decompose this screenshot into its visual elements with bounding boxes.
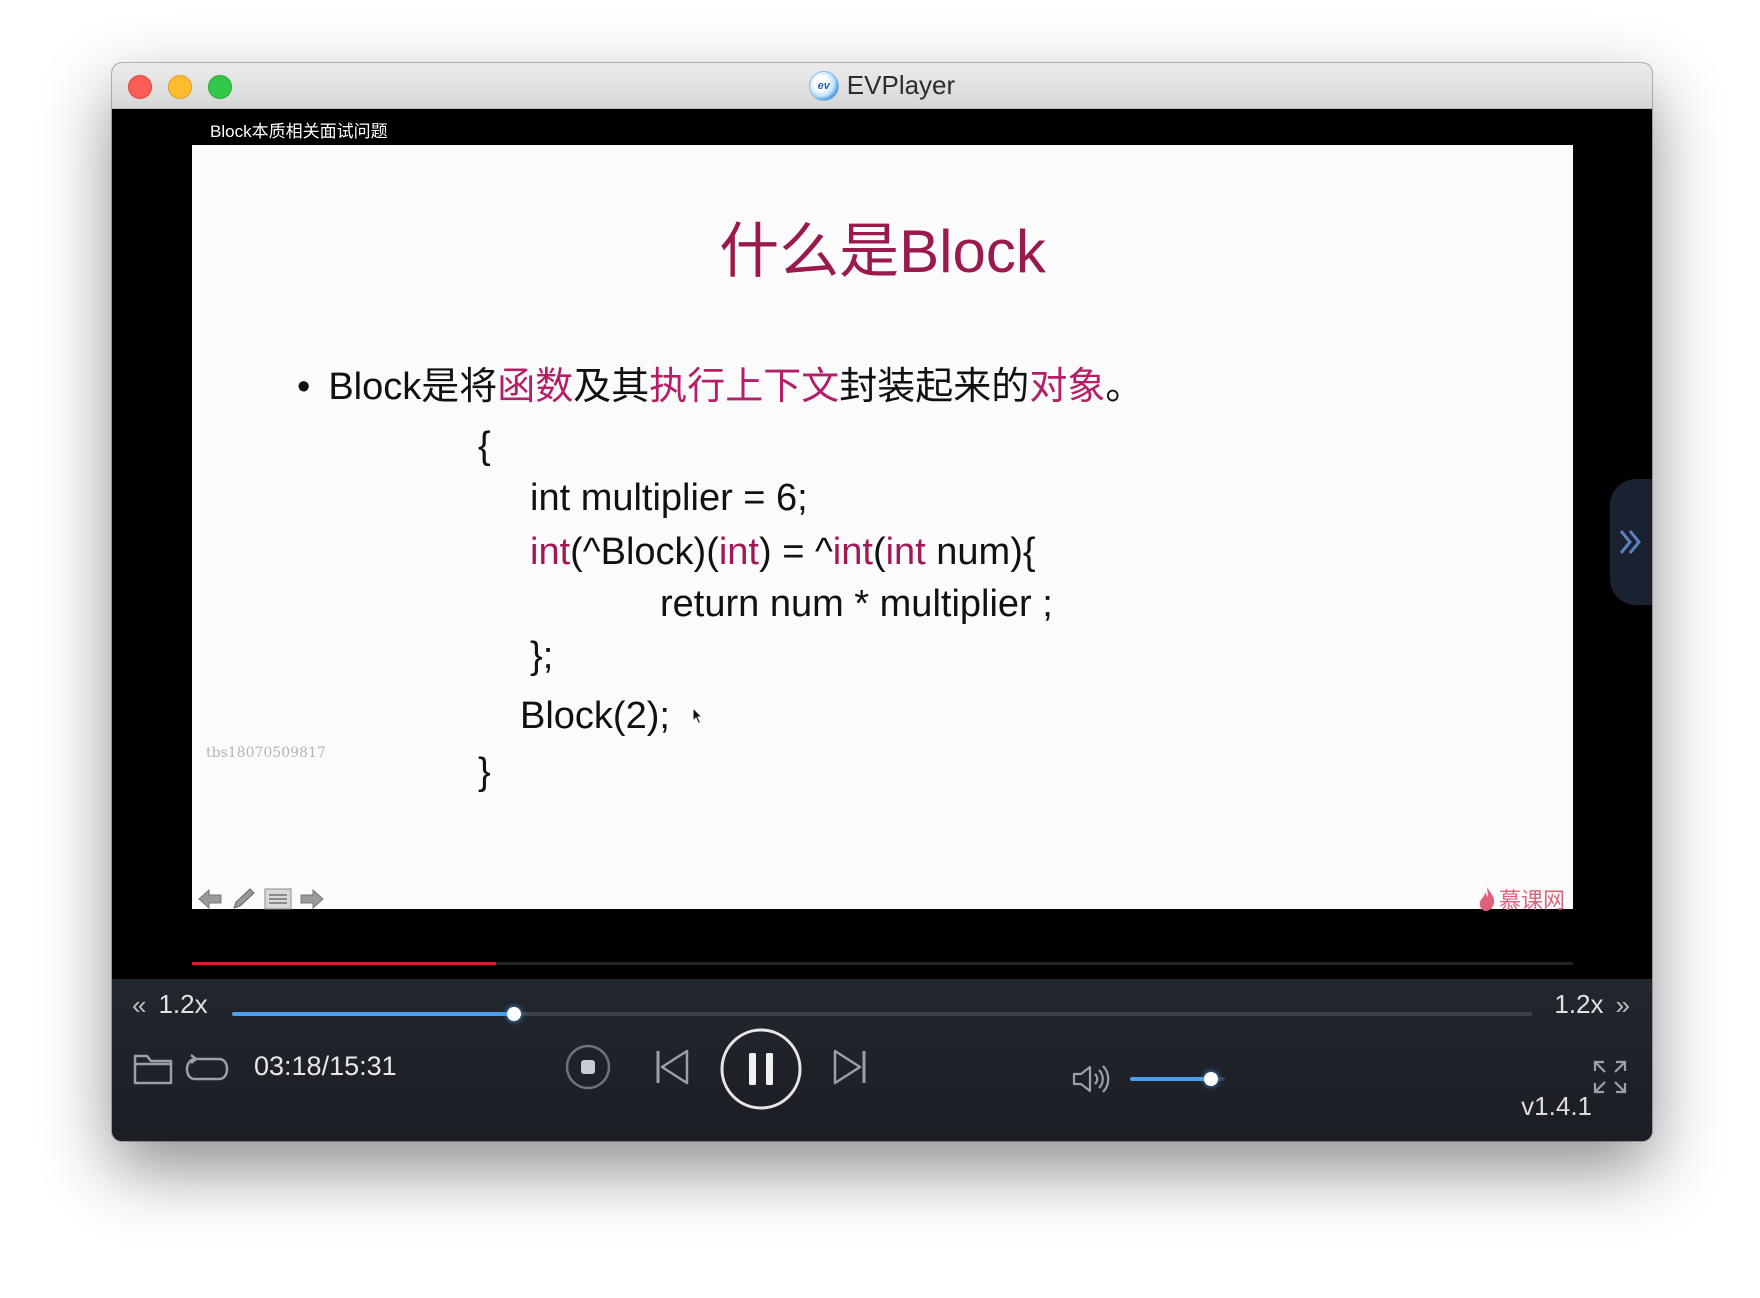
stop-icon[interactable] <box>564 1043 612 1091</box>
slide-title: 什么是Block <box>719 218 1046 285</box>
volume-icon[interactable] <box>1072 1063 1112 1095</box>
speed-left-label: 1.2x <box>158 989 208 1019</box>
code-line-2: int(^Block)(int) = ^int(int num){ <box>530 531 1036 574</box>
title-group: ev EVPlayer <box>112 63 1652 108</box>
app-logo-icon: ev <box>808 70 839 101</box>
bullet-text: 。 <box>1105 366 1144 408</box>
volume-slider[interactable] <box>1130 1072 1225 1086</box>
code-text: ) = ^ <box>759 531 833 573</box>
double-chevron-left-icon[interactable]: « <box>132 992 146 1018</box>
code-text: ( <box>872 531 886 573</box>
slide-toolbar <box>196 887 326 911</box>
previous-slide-icon[interactable] <box>196 887 224 911</box>
player-window: ev EVPlayer Block本质相关面试问题 什么是Block • Bloc… <box>112 63 1652 1141</box>
fullscreen-icon[interactable] <box>1592 1059 1628 1095</box>
loop-icon[interactable] <box>184 1051 230 1087</box>
video-progress-bar[interactable] <box>192 962 1573 965</box>
code-keyword: int <box>718 531 759 573</box>
brand-logo: 慕课网 <box>1477 883 1565 915</box>
version-label: v1.4.1 <box>1521 1091 1592 1121</box>
video-caption: Block本质相关面试问题 <box>210 122 388 141</box>
skip-next-icon[interactable] <box>830 1047 870 1087</box>
code-keyword: int <box>885 531 926 573</box>
window-title: EVPlayer <box>846 70 956 100</box>
code-line-3: return num * multiplier ; <box>660 583 1053 625</box>
speed-increase-group: 1.2x » <box>1554 989 1630 1020</box>
flame-icon <box>1479 887 1495 911</box>
code-open-brace: { <box>478 425 491 467</box>
speed-slider[interactable] <box>232 1007 1532 1021</box>
watermark-user-id: tbs18070509817 <box>206 745 326 761</box>
speed-slider-thumb[interactable] <box>507 1007 522 1021</box>
volume-slider-thumb[interactable] <box>1203 1072 1218 1086</box>
slide: 什么是Block • Block是将函数及其执行上下文封装起来的对象。 { int… <box>192 145 1573 913</box>
bullet-highlight: 对象 <box>1029 366 1106 408</box>
slide-menu-icon[interactable] <box>264 887 292 911</box>
code-keyword: int <box>530 531 571 573</box>
speed-slider-fill <box>232 1012 515 1016</box>
video-progress-fill <box>192 962 496 965</box>
speed-right-label: 1.2x <box>1554 989 1604 1019</box>
code-text: (^Block)( <box>570 531 719 573</box>
skip-previous-icon[interactable] <box>652 1047 692 1087</box>
title-bar: ev EVPlayer <box>112 63 1652 109</box>
speed-decrease-group: « 1.2x <box>132 989 208 1020</box>
control-bar: « 1.2x 1.2x » 03:18/15:31 v1.4.1 <box>112 979 1652 1141</box>
bullet-text: 及其 <box>573 366 650 408</box>
bullet-highlight: 函数 <box>497 366 574 408</box>
bullet-text: 封装起来的 <box>839 366 1030 408</box>
folder-icon[interactable] <box>132 1051 174 1087</box>
bullet-text: Block是将 <box>328 366 498 408</box>
pen-icon[interactable] <box>230 887 258 911</box>
brand-name: 慕课网 <box>1498 888 1565 913</box>
code-text: num){ <box>925 531 1036 573</box>
code-keyword: int <box>832 531 873 573</box>
bullet-point: • Block是将函数及其执行上下文封装起来的对象。 <box>297 355 1143 410</box>
bullet-highlight: 执行上下文 <box>649 366 840 408</box>
double-chevron-right-icon <box>1619 530 1641 554</box>
code-line-1: int multiplier = 6; <box>530 477 808 519</box>
time-display: 03:18/15:31 <box>254 1051 397 1081</box>
code-line-4: }; <box>530 635 554 677</box>
mouse-cursor-icon <box>692 706 704 730</box>
code-line-5: Block(2); <box>520 695 670 737</box>
double-chevron-right-icon[interactable]: » <box>1616 992 1630 1018</box>
bullet-dot: • <box>297 366 311 408</box>
next-slide-icon[interactable] <box>298 887 326 911</box>
side-panel-toggle[interactable] <box>1610 479 1652 605</box>
video-area[interactable]: Block本质相关面试问题 什么是Block • Block是将函数及其执行上下文… <box>112 109 1652 979</box>
code-close-brace: } <box>478 751 491 793</box>
volume-slider-fill <box>1130 1077 1211 1081</box>
pause-icon[interactable] <box>719 1027 803 1111</box>
